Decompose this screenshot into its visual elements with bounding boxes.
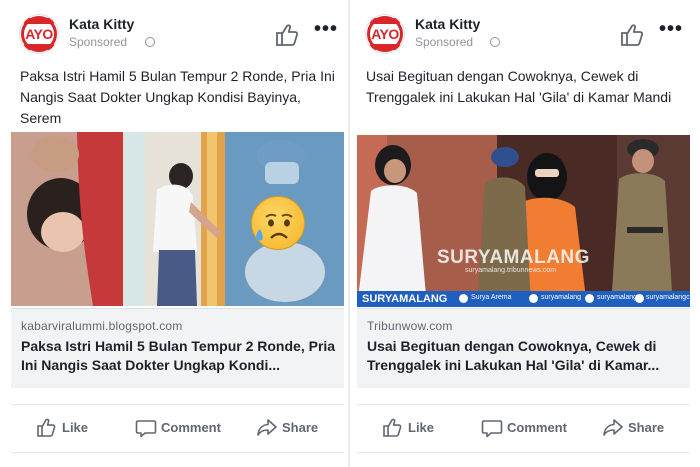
- thumbs-up-icon: [383, 418, 402, 437]
- comment-icon: [481, 420, 503, 438]
- post-caption: Paksa Istri Hamil 5 Bulan Tempur 2 Ronde…: [20, 68, 335, 126]
- web-icon: [635, 294, 644, 303]
- feed-post-right: AYO Kata Kitty Sponsored ••• Usai Begitu…: [354, 0, 691, 467]
- globe-icon: [145, 37, 155, 47]
- avatar-band-bottom: [23, 44, 55, 50]
- bottom-divider: [357, 452, 690, 453]
- post-header: AYO Kata Kitty Sponsored •••: [8, 6, 345, 56]
- sad-face-emoji-icon: [251, 196, 305, 250]
- avatar-logo-text: AYO: [371, 26, 399, 42]
- thumbs-up-icon: [37, 418, 56, 437]
- comment-label: Comment: [161, 420, 221, 435]
- share-label: Share: [282, 420, 319, 435]
- avatar-band-bottom: [369, 44, 401, 50]
- banner-web: suryamalangcom: [646, 294, 690, 301]
- image-watermark: SURYAMALANG: [437, 247, 590, 268]
- thumbs-up-icon[interactable]: [619, 22, 645, 48]
- page-name[interactable]: Kata Kitty: [415, 16, 480, 32]
- twitter-icon: [529, 294, 538, 303]
- avatar-logo-text: AYO: [25, 26, 53, 42]
- post-header: AYO Kata Kitty Sponsored •••: [354, 6, 691, 56]
- globe-icon: [490, 37, 500, 47]
- like-label: Like: [408, 420, 435, 435]
- sponsored-label[interactable]: Sponsored: [69, 35, 127, 49]
- feed-post-left: AYO Kata Kitty Sponsored ••• Paksa Istri…: [8, 0, 345, 467]
- share-icon: [603, 419, 623, 436]
- post-image[interactable]: [11, 132, 344, 306]
- link-title: Usai Begituan dengan Cowoknya, Cewek di …: [367, 338, 660, 373]
- share-label: Share: [628, 420, 665, 435]
- page-avatar[interactable]: AYO: [19, 14, 59, 54]
- posts-divider: [348, 0, 350, 467]
- post-actions: Like Comment Share: [357, 404, 690, 450]
- link-preview[interactable]: kabarviralummi.blogspot.com Paksa Istri …: [11, 308, 344, 388]
- banner-facebook: Surya Arema: [471, 294, 512, 301]
- post-image[interactable]: SURYAMALANG suryamalang.tribunnews.com S…: [357, 135, 690, 307]
- more-horizontal-icon[interactable]: •••: [659, 18, 683, 41]
- link-title: Paksa Istri Hamil 5 Bulan Tempur 2 Ronde…: [21, 338, 336, 373]
- sponsored-label[interactable]: Sponsored: [415, 35, 473, 49]
- bottom-divider: [11, 452, 344, 453]
- instagram-icon: [585, 294, 594, 303]
- banner-twitter: suryamalang: [541, 294, 582, 301]
- facebook-icon: [459, 294, 468, 303]
- more-horizontal-icon[interactable]: •••: [314, 18, 338, 41]
- page-name[interactable]: Kata Kitty: [69, 16, 134, 32]
- like-label: Like: [62, 420, 89, 435]
- banner-instagram: suryamalang: [597, 294, 638, 301]
- link-domain: Tribunwow.com: [367, 319, 453, 333]
- comment-icon: [135, 420, 157, 438]
- comment-label: Comment: [507, 420, 567, 435]
- link-domain: kabarviralummi.blogspot.com: [21, 319, 183, 333]
- image-watermark-url: suryamalang.tribunnews.com: [465, 267, 557, 274]
- share-icon: [257, 419, 277, 436]
- banner-brand: SURYAMALANG: [362, 293, 448, 305]
- thumbs-up-icon[interactable]: [274, 22, 300, 48]
- link-preview[interactable]: Tribunwow.com Usai Begituan dengan Cowok…: [357, 308, 690, 388]
- post-caption: Usai Begituan dengan Cowoknya, Cewek di …: [366, 68, 672, 105]
- page-avatar[interactable]: AYO: [365, 14, 405, 54]
- post-image-graphic: [357, 135, 690, 307]
- image-social-banner: SURYAMALANG Surya Arema suryamalang sury…: [357, 291, 690, 307]
- post-actions: Like Comment Share: [11, 404, 344, 450]
